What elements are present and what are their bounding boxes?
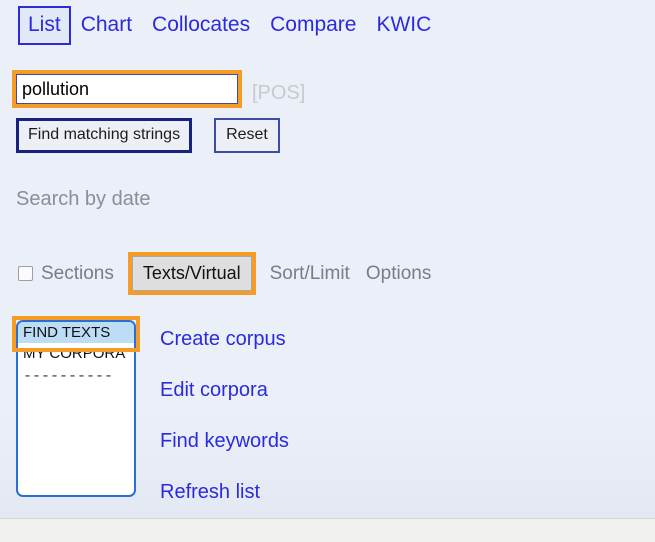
sections-checkbox[interactable] [18,266,33,281]
texts-virtual-button[interactable]: Texts/Virtual [131,256,252,291]
listbox-item-find-texts[interactable]: FIND TEXTS [18,322,134,343]
create-corpus-link[interactable]: Create corpus [160,326,289,352]
corpus-listbox[interactable]: FIND TEXTS MY CORPORA ---------- [16,320,136,497]
find-keywords-link[interactable]: Find keywords [160,428,289,454]
listbox-separator: ---------- [23,368,114,385]
texts-virtual-highlight: Texts/Virtual [127,252,256,295]
nav-tab-list[interactable]: List [18,6,71,45]
nav-tab-collocates[interactable]: Collocates [142,6,260,45]
sort-limit-link[interactable]: Sort/Limit [270,262,350,286]
nav-tab-kwic[interactable]: KWIC [366,6,441,45]
search-button-row: Find matching strings Reset [16,118,280,153]
find-matching-strings-button[interactable]: Find matching strings [16,118,193,153]
main-nav-tabs: List Chart Collocates Compare KWIC [18,6,441,45]
query-input-highlight [12,70,242,108]
refresh-list-link[interactable]: Refresh list [160,479,289,505]
edit-corpora-link[interactable]: Edit corpora [160,377,289,403]
nav-tab-compare[interactable]: Compare [260,6,366,45]
sections-label: Sections [41,262,114,284]
sections-checkbox-group[interactable]: Sections [18,262,114,286]
nav-tab-chart[interactable]: Chart [71,6,142,45]
corpus-action-links: Create corpus Edit corpora Find keywords… [160,326,289,518]
corpus-search-page: List Chart Collocates Compare KWIC [POS]… [0,0,655,519]
pos-label: [POS] [252,82,306,104]
options-row: Sections Texts/Virtual Sort/Limit Option… [18,252,447,295]
options-link[interactable]: Options [366,262,431,286]
search-by-date-link[interactable]: Search by date [16,186,151,212]
reset-button[interactable]: Reset [214,118,280,153]
listbox-item-my-corpora[interactable]: MY CORPORA [18,343,134,364]
search-input[interactable] [16,74,238,104]
